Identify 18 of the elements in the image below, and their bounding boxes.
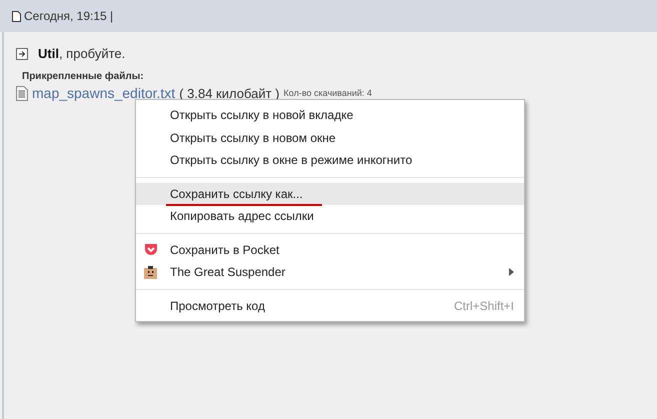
- document-icon: [12, 10, 21, 22]
- menu-item[interactable]: Открыть ссылку в новой вкладке: [136, 104, 524, 126]
- attachments-label: Прикрепленные файлы:: [22, 71, 145, 82]
- menu-item[interactable]: Открыть ссылку в окне в режиме инкогнито: [136, 149, 524, 172]
- download-count: Кол-во скачиваний: 4: [284, 88, 372, 98]
- menu-item[interactable]: Копировать адрес ссылки: [136, 205, 524, 228]
- pocket-icon: [144, 243, 158, 256]
- menu-item[interactable]: Просмотреть код Ctrl+Shift+I: [136, 294, 524, 317]
- menu-item[interactable]: Сохранить ссылку как...: [136, 182, 524, 205]
- file-link[interactable]: map_spawns_editor.txt: [32, 85, 176, 101]
- post-date: Сегодня, 19:15 |: [24, 9, 114, 23]
- face-icon: [144, 266, 157, 279]
- arrow-box-icon: [16, 48, 28, 60]
- post-text: Util, пробуйте.: [38, 46, 126, 61]
- menu-item[interactable]: The Great Suspender: [136, 261, 524, 284]
- text-file-icon: [16, 86, 28, 100]
- menu-item[interactable]: Сохранить в Pocket: [136, 238, 524, 261]
- menu-item[interactable]: Открыть ссылку в новом окне: [136, 126, 524, 149]
